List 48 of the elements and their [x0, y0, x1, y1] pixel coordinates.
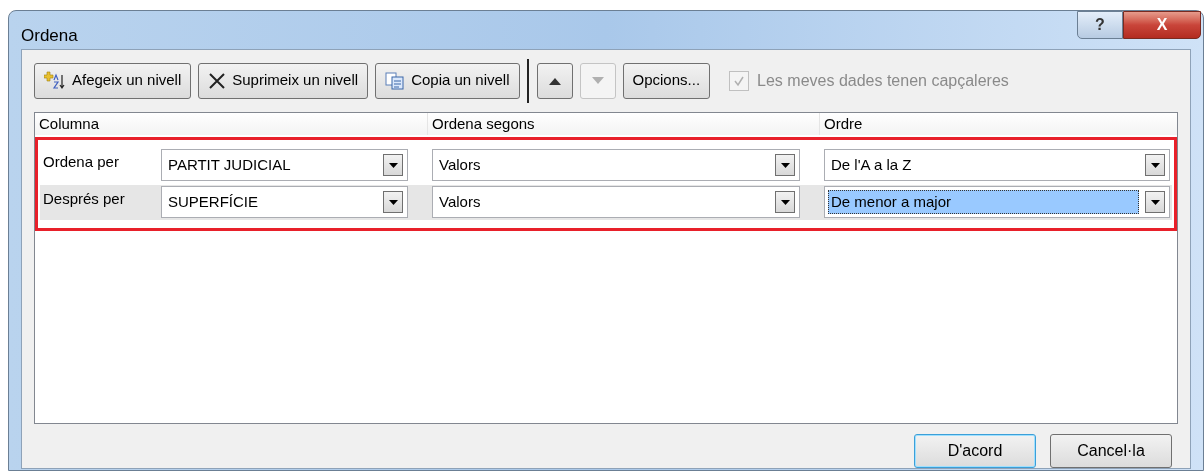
dropdown[interactable]: PARTIT JUDICIAL — [161, 149, 408, 181]
dropdown-button[interactable] — [775, 154, 795, 176]
column-header: Columna — [38, 113, 101, 134]
level-label: Després per — [43, 189, 126, 209]
sort-level-row[interactable]: Després per SUPERFÍCIE Valors De menor a major — [40, 184, 1172, 220]
close-icon — [208, 71, 227, 90]
caret-icon — [1150, 162, 1160, 168]
dropdown-button[interactable] — [1145, 191, 1165, 213]
dropdown[interactable]: De menor a major — [824, 186, 1170, 218]
dropdown-value: De menor a major — [828, 190, 1139, 214]
help-button[interactable]: ? — [1077, 11, 1123, 39]
dropdown-button[interactable] — [1145, 154, 1165, 176]
caret-icon — [1150, 199, 1160, 205]
toolbar-button[interactable]: Copia un nivell — [375, 62, 520, 99]
window-title: Ordena — [21, 25, 78, 47]
toolbar-button[interactable]: Opcions... — [622, 62, 711, 99]
copy-icon — [385, 71, 406, 90]
ok-button[interactable]: D'acord — [914, 433, 1036, 468]
level-label: Ordena per — [43, 152, 120, 172]
dropdown-value: PARTIT JUDICIAL — [167, 155, 292, 175]
caret-icon — [780, 162, 790, 168]
move-up-button[interactable] — [536, 62, 573, 99]
sort-add-icon — [44, 70, 66, 91]
dropdown-value: Valors — [438, 192, 482, 212]
dropdown[interactable]: Valors — [432, 149, 800, 181]
caret-icon — [780, 199, 790, 205]
dropdown[interactable]: Valors — [432, 186, 800, 218]
toolbar-button[interactable]: Suprimeix un nivell — [198, 62, 369, 99]
column-header: Ordre — [819, 112, 1177, 135]
checkbox-label: Les meves dades tenen capçaleres — [757, 70, 1009, 91]
cancel-button[interactable]: Cancel·la — [1050, 433, 1172, 468]
column-header: Ordena segons — [427, 112, 819, 135]
dropdown[interactable]: De l'A a la Z — [824, 149, 1170, 181]
caret-icon — [388, 199, 398, 205]
caret-icon — [388, 162, 398, 168]
dropdown[interactable]: SUPERFÍCIE — [161, 186, 408, 218]
close-button[interactable]: X — [1123, 11, 1201, 39]
triangle-up-icon — [548, 76, 561, 85]
toolbar-button[interactable]: Afegeix un nivell — [34, 62, 192, 99]
dropdown-button[interactable] — [383, 154, 403, 176]
triangle-down-icon — [591, 76, 604, 85]
dropdown-value: De l'A a la Z — [830, 155, 913, 175]
dropdown-button[interactable] — [775, 191, 795, 213]
sort-level-row[interactable]: Ordena per PARTIT JUDICIAL Valors De l'A a la Z — [40, 147, 1172, 183]
checkmark-icon — [733, 74, 746, 87]
dropdown-value: SUPERFÍCIE — [167, 192, 259, 212]
dropdown-value: Valors — [438, 155, 482, 175]
dropdown-button[interactable] — [383, 191, 403, 213]
